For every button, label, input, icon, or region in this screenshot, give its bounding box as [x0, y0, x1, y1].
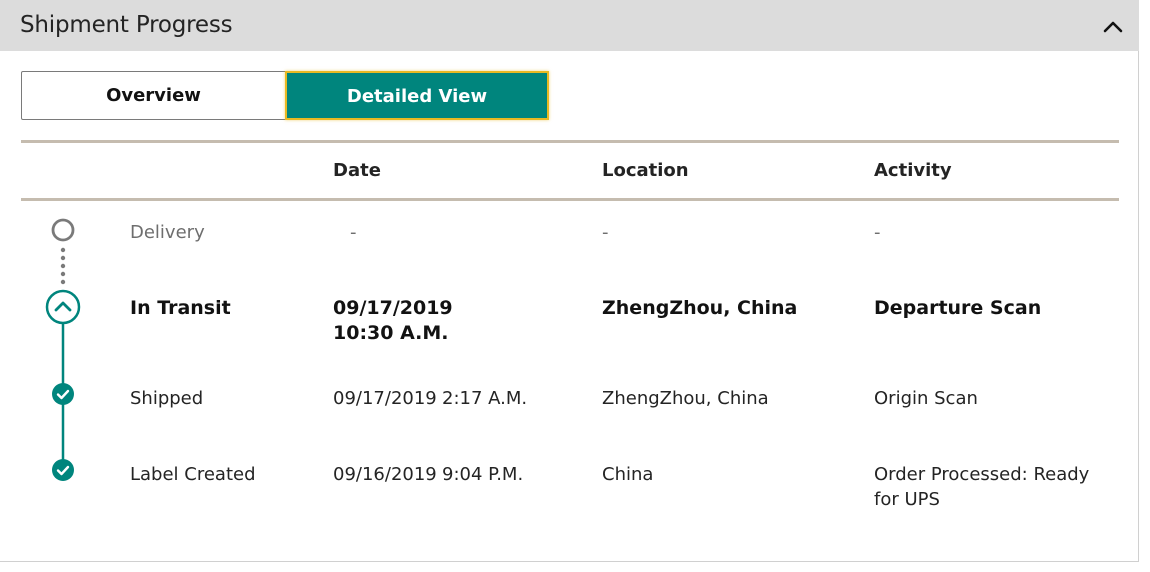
row-date: 09/16/2019 — [333, 464, 437, 485]
collapse-button[interactable] — [1097, 10, 1129, 42]
column-header-location: Location — [602, 160, 689, 181]
shipment-progress-panel: Shipment Progress Overview Detailed View… — [0, 0, 1139, 562]
row-location: China — [602, 464, 654, 485]
row-date: 09/17/2019 — [333, 297, 453, 319]
checkmark-circle-icon — [52, 459, 74, 485]
panel-header: Shipment Progress — [0, 0, 1139, 51]
row-location: ZhengZhou, China — [602, 388, 769, 409]
row-status: In Transit — [130, 297, 231, 319]
row-activity: Order Processed: Ready for UPS — [874, 464, 1090, 510]
row-activity: - — [874, 222, 881, 243]
row-status: Shipped — [130, 388, 204, 409]
timeline-connector — [60, 247, 66, 462]
tab-detailed-view[interactable]: Detailed View — [285, 71, 549, 120]
row-time: 9:04 P.M. — [442, 464, 524, 485]
row-activity: Origin Scan — [874, 388, 978, 409]
row-location: - — [602, 222, 609, 243]
chevron-up-icon — [1103, 21, 1123, 33]
row-location: ZhengZhou, China — [602, 297, 798, 319]
row-date: 09/17/2019 — [333, 388, 437, 409]
row-time: 10:30 A.M. — [333, 322, 449, 344]
table-header-rule — [21, 198, 1119, 201]
column-header-activity: Activity — [874, 160, 952, 181]
column-header-date: Date — [333, 160, 381, 181]
row-status: Delivery — [130, 222, 205, 243]
row-time: 2:17 A.M. — [442, 388, 528, 409]
empty-circle-icon — [51, 218, 75, 246]
table-top-rule — [21, 140, 1119, 143]
row-date: - — [350, 222, 357, 243]
checkmark-circle-icon — [52, 383, 74, 409]
chevron-up-circle-icon — [45, 289, 81, 329]
row-activity: Departure Scan — [874, 297, 1042, 319]
row-status: Label Created — [130, 464, 256, 485]
